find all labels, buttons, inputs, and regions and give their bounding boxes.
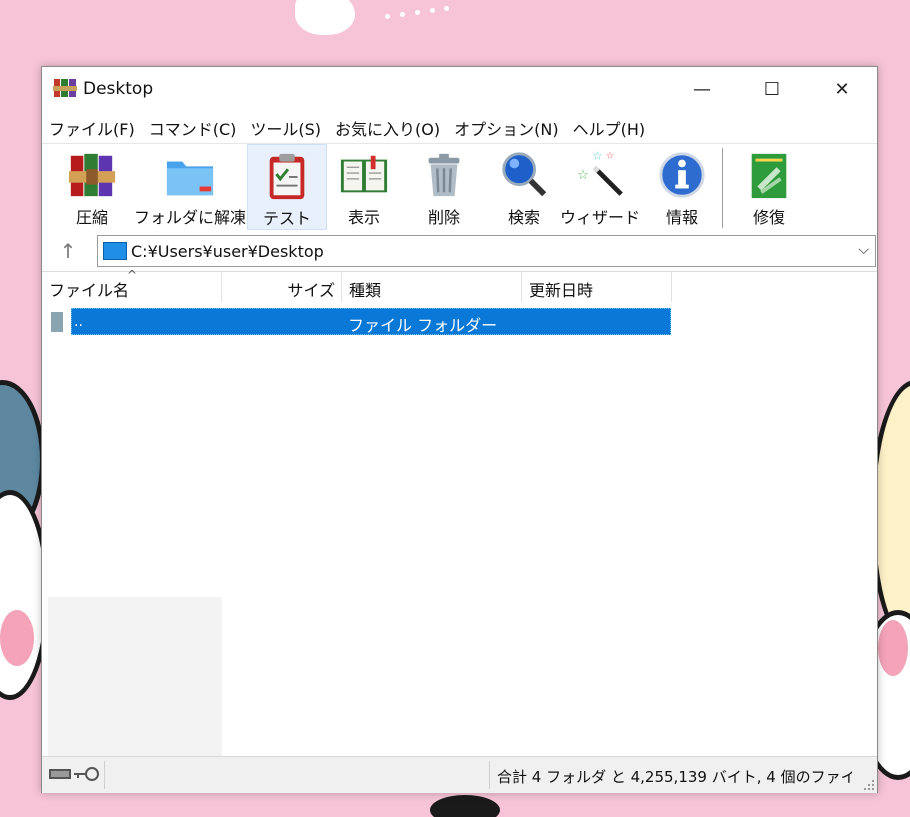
menu-help[interactable]: ヘルプ(H)	[566, 113, 653, 141]
wall-dot	[444, 6, 449, 11]
view-label: 表示	[347, 208, 380, 227]
repair-button[interactable]: 修復	[737, 144, 801, 228]
extract-label: フォルダに解凍	[134, 208, 247, 227]
desktop-icon	[103, 242, 127, 260]
cat-paw-pad	[0, 610, 34, 666]
wall-dot	[415, 10, 420, 15]
file-list[interactable]: ファイル名 ^ サイズ 種類 更新日時 .. ファイル フォルダー	[42, 268, 877, 757]
toolbar-separator	[722, 148, 723, 228]
open-book-icon	[340, 155, 388, 193]
maximize-button[interactable]: ☐	[737, 67, 807, 111]
drive-key-icon[interactable]	[48, 765, 102, 783]
column-header-size[interactable]: サイズ	[222, 272, 342, 302]
menu-file[interactable]: ファイル(F)	[42, 113, 142, 141]
column-name-label: ファイル名	[49, 281, 130, 300]
add-button[interactable]: 圧縮	[64, 144, 120, 228]
test-label: テスト	[262, 209, 311, 228]
wall-dot	[400, 12, 405, 17]
status-divider	[489, 761, 490, 789]
delete-label: 削除	[427, 208, 460, 227]
row-name: ..	[74, 314, 83, 330]
toolbar: 圧縮 フォルダに解凍 テスト 表示 削除 検索 ☆ ☆ ☆ ウィザード 情報 修…	[42, 143, 877, 230]
menu-favorites[interactable]: お気に入り(O)	[328, 113, 447, 141]
app-archive-icon	[53, 79, 77, 97]
address-bar[interactable]: C:¥Users¥user¥Desktop ⌵	[97, 235, 876, 267]
view-button[interactable]: 表示	[332, 144, 396, 228]
add-label: 圧縮	[75, 208, 108, 227]
address-row: ↑ C:¥Users¥user¥Desktop ⌵	[42, 231, 877, 271]
svg-text:☆: ☆	[592, 150, 602, 163]
status-summary: 合計 4 フォルダ と 4,255,139 バイト, 4 個のファイル	[497, 768, 852, 786]
info-button[interactable]: 情報	[650, 144, 714, 228]
close-button[interactable]: ✕	[807, 67, 877, 111]
wall-shape	[430, 795, 500, 817]
folder-up-icon	[51, 312, 63, 332]
up-arrow-icon[interactable]: ↑	[54, 239, 82, 263]
cloud-shape	[295, 0, 355, 35]
sort-ascending-icon: ^	[127, 268, 138, 282]
address-path[interactable]: C:¥Users¥user¥Desktop	[131, 242, 324, 261]
test-button[interactable]: テスト	[247, 144, 327, 230]
wizard-label: ウィザード	[560, 208, 641, 227]
column-header-modified[interactable]: 更新日時	[522, 272, 672, 302]
column-header-name[interactable]: ファイル名 ^	[42, 268, 222, 302]
trash-can-icon	[428, 153, 460, 197]
archiver-window: Desktop — ☐ ✕ ファイル(F) コマンド(C) ツール(S) お気に…	[41, 66, 878, 793]
magic-wand-icon: ☆ ☆ ☆	[577, 150, 623, 196]
minimize-button[interactable]: —	[667, 67, 737, 111]
wall-dot	[430, 8, 435, 13]
resize-grip-icon[interactable]	[863, 779, 875, 791]
menu-tools[interactable]: ツール(S)	[243, 113, 328, 141]
chevron-down-icon[interactable]: ⌵	[858, 242, 869, 258]
archive-books-icon	[68, 153, 116, 197]
table-row[interactable]: .. ファイル フォルダー	[51, 308, 671, 335]
svg-text:☆: ☆	[577, 168, 589, 183]
menu-bar: ファイル(F) コマンド(C) ツール(S) お気に入り(O) オプション(N)…	[42, 113, 877, 141]
status-bar: 合計 4 フォルダ と 4,255,139 バイト, 4 個のファイル	[42, 756, 877, 793]
svg-text:☆: ☆	[606, 151, 615, 162]
repair-kit-icon	[751, 153, 787, 199]
window-title: Desktop	[83, 79, 154, 99]
menu-command[interactable]: コマンド(C)	[142, 113, 244, 141]
folder-extract-icon	[166, 161, 214, 196]
menu-options[interactable]: オプション(N)	[447, 113, 565, 141]
status-divider	[104, 761, 105, 789]
find-button[interactable]: 検索	[492, 144, 556, 228]
repair-label: 修復	[752, 208, 785, 227]
clipboard-check-icon	[269, 153, 305, 200]
cat-paw-pad	[878, 620, 908, 676]
info-label: 情報	[665, 208, 698, 227]
title-bar[interactable]: Desktop — ☐ ✕	[42, 67, 877, 111]
wall-dot	[385, 14, 390, 19]
wizard-button[interactable]: ☆ ☆ ☆ ウィザード	[560, 144, 640, 228]
empty-panel	[48, 597, 222, 757]
magnifier-icon	[502, 152, 547, 197]
row-type: ファイル フォルダー	[348, 316, 498, 335]
column-header-type[interactable]: 種類	[342, 272, 522, 302]
find-label: 検索	[507, 208, 540, 227]
info-icon	[659, 152, 705, 198]
extract-button[interactable]: フォルダに解凍	[134, 144, 246, 228]
delete-button[interactable]: 削除	[412, 144, 476, 228]
